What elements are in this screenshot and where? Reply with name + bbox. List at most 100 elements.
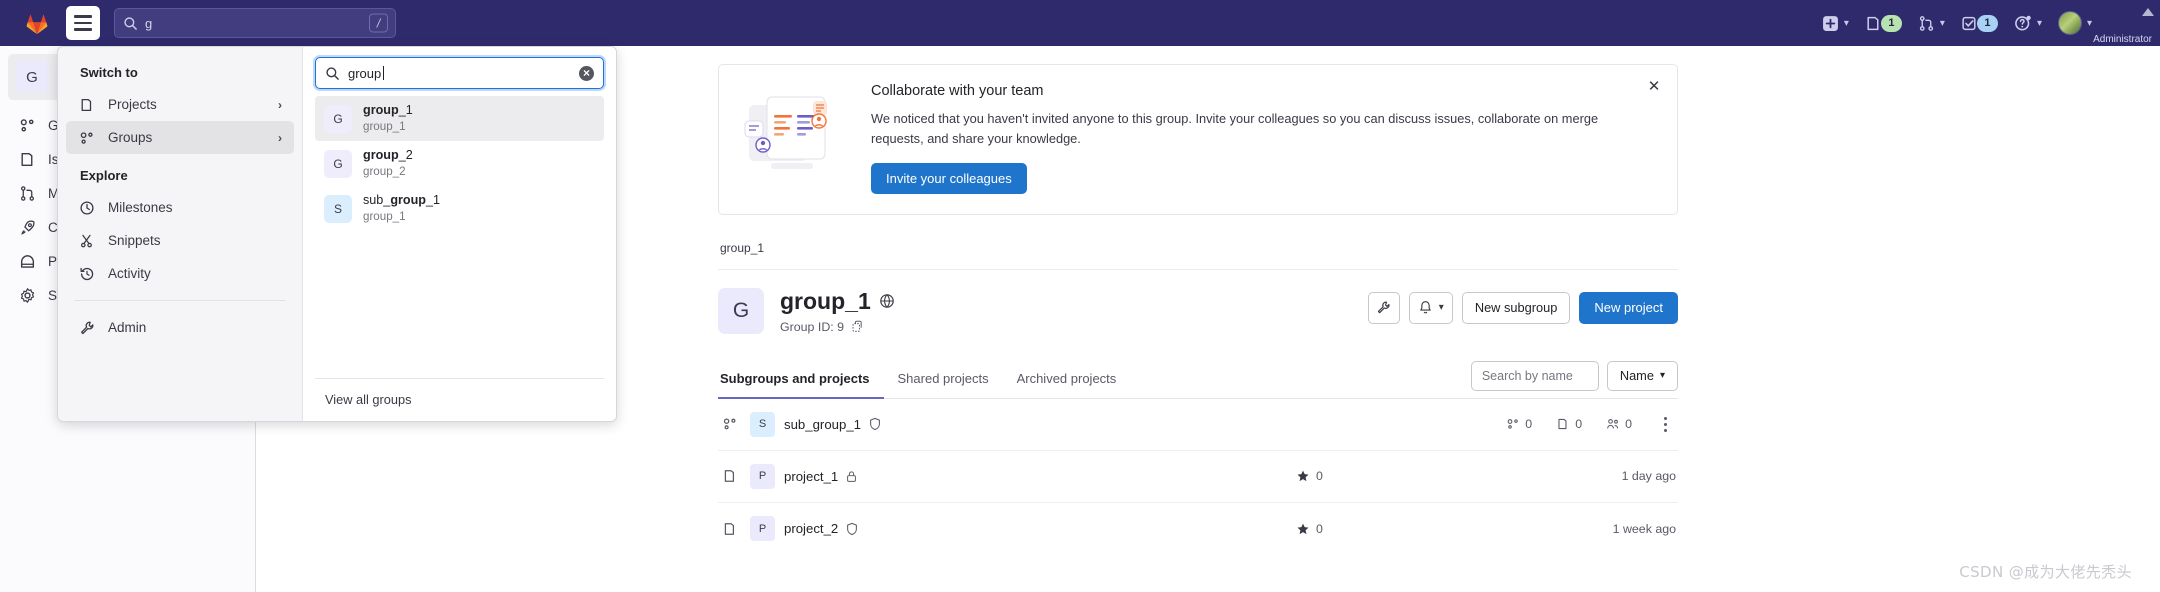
row-updated-time: 1 day ago <box>1621 469 1676 484</box>
result-title-bold: group <box>363 103 399 117</box>
result-title-suffix: _1 <box>398 103 413 117</box>
user-name-label: Administrator <box>2093 34 2152 45</box>
close-icon[interactable]: ✕ <box>1645 77 1663 95</box>
project-icon <box>1556 417 1570 431</box>
table-row[interactable]: P project_2 0 1 week ago <box>718 503 1678 555</box>
chevron-down-icon: ▾ <box>1438 302 1444 314</box>
issues-button[interactable]: 1 <box>1857 0 1910 46</box>
invite-colleagues-button[interactable]: Invite your colleagues <box>871 162 1027 194</box>
breadcrumb[interactable]: group_1 <box>718 215 1678 269</box>
create-new-button[interactable]: ▾ <box>1814 0 1857 46</box>
context-item-groups[interactable]: Groups › <box>66 121 294 154</box>
row-name-text: project_1 <box>784 468 839 484</box>
row-stats: 0 1 day ago <box>1296 469 1676 483</box>
row-name: project_2 <box>784 521 859 536</box>
result-title: group_1 <box>363 103 413 119</box>
context-dropdown-right-pane: group G group_1 group_1 G group_2 group_… <box>303 47 616 421</box>
todos-count-badge: 1 <box>1976 14 1998 32</box>
result-title-suffix: _1 <box>426 193 441 208</box>
context-item-label: Projects <box>108 97 157 112</box>
result-title-bold: group <box>363 148 399 163</box>
group-search-input[interactable]: group <box>315 57 604 89</box>
group-settings-button[interactable] <box>1367 291 1400 324</box>
row-avatar: P <box>750 463 775 489</box>
hamburger-menu-button[interactable] <box>66 6 100 40</box>
tab-subgroups-and-projects[interactable]: Subgroups and projects <box>718 360 884 399</box>
context-item-admin[interactable]: Admin <box>66 311 294 344</box>
global-search-input[interactable]: g / <box>114 8 396 38</box>
group-title-block: group_1 Group ID: 9 <box>780 288 895 334</box>
result-avatar: G <box>324 149 352 178</box>
result-title: group_2 <box>363 148 413 164</box>
view-all-groups-link[interactable]: View all groups <box>315 379 604 421</box>
new-project-button[interactable]: New project <box>1579 291 1678 324</box>
plus-square-icon <box>1822 15 1838 31</box>
gitlab-logo[interactable] <box>20 6 54 40</box>
question-circle-icon <box>2015 15 2031 31</box>
new-subgroup-button[interactable]: New subgroup <box>1461 291 1571 324</box>
tab-shared-projects[interactable]: Shared projects <box>884 360 1003 399</box>
list-item[interactable]: G group_1 group_1 <box>315 96 604 142</box>
members-icon <box>1606 417 1620 431</box>
list-item[interactable]: G group_2 group_2 <box>315 141 604 186</box>
package-icon <box>18 252 36 270</box>
row-name-text: project_2 <box>784 521 839 537</box>
project-icon <box>720 521 740 537</box>
context-dropdown-left-pane: Switch to Projects › Groups › Explore Mi… <box>58 47 303 421</box>
content-tabs: Subgroups and projects Shared projects A… <box>718 360 1678 399</box>
group-avatar: G <box>718 287 764 334</box>
stat-members: 0 <box>1594 417 1644 431</box>
chevron-right-icon: › <box>278 97 282 112</box>
rocket-icon <box>18 218 36 236</box>
chevron-down-icon: ▾ <box>2086 17 2092 29</box>
hamburger-line <box>74 21 92 25</box>
page-title: group_1 <box>780 288 895 315</box>
help-button[interactable]: ▾ <box>2006 0 2050 46</box>
history-icon <box>78 265 95 282</box>
issues-icon <box>1867 16 1879 30</box>
chevron-down-icon: ▾ <box>1939 17 1945 29</box>
project-icon <box>720 468 740 484</box>
table-row[interactable]: S sub_group_1 0 0 0 <box>718 399 1678 451</box>
sort-label: Name <box>1619 368 1654 384</box>
table-row[interactable]: P project_1 0 1 day ago <box>718 451 1678 503</box>
project-icon <box>78 96 95 113</box>
search-by-name-input[interactable] <box>1470 360 1599 391</box>
shield-icon <box>868 417 882 431</box>
result-title: sub_group_1 <box>363 193 440 209</box>
copy-icon[interactable] <box>851 320 864 333</box>
chevron-right-icon: › <box>278 130 282 145</box>
lock-icon <box>845 470 858 483</box>
tab-archived-projects[interactable]: Archived projects <box>1003 360 1131 399</box>
globe-icon <box>879 293 895 309</box>
scroll-up-arrow[interactable] <box>2142 8 2154 16</box>
issues-count-badge: 1 <box>1880 14 1902 32</box>
star-icon <box>1296 469 1310 483</box>
wrench-icon <box>78 319 95 336</box>
result-subtitle: group_1 <box>363 210 406 224</box>
list-item[interactable]: S sub_group_1 group_1 <box>315 186 604 231</box>
context-item-projects[interactable]: Projects › <box>66 88 294 121</box>
shield-icon <box>845 522 859 536</box>
row-name-text: sub_group_1 <box>784 416 861 432</box>
merge-requests-button[interactable]: ▾ <box>1910 0 1953 46</box>
clear-search-icon[interactable] <box>579 65 594 81</box>
stat-subgroups: 0 <box>1494 417 1544 431</box>
group-name-text: group_1 <box>780 287 871 314</box>
sort-dropdown-button[interactable]: Name ▾ <box>1606 360 1678 391</box>
explore-heading: Explore <box>80 168 128 183</box>
main-inner: Collaborate with your team We noticed th… <box>718 46 1678 555</box>
issues-icon <box>18 150 36 168</box>
todos-button[interactable]: 1 <box>1953 0 2006 46</box>
list-controls: Name ▾ <box>1470 360 1678 397</box>
context-item-milestones[interactable]: Milestones <box>66 191 294 224</box>
wrench-icon <box>1376 300 1391 315</box>
context-item-snippets[interactable]: Snippets <box>66 224 294 257</box>
context-switcher-dropdown: Switch to Projects › Groups › Explore Mi… <box>57 46 617 422</box>
result-text: group_1 group_1 <box>363 103 413 134</box>
row-actions-menu-icon[interactable] <box>1654 416 1676 432</box>
stat-value: 0 <box>1625 417 1632 432</box>
sidebar-context-avatar: G <box>16 61 48 93</box>
notification-settings-button[interactable]: ▾ <box>1408 291 1453 324</box>
context-item-activity[interactable]: Activity <box>66 257 294 290</box>
